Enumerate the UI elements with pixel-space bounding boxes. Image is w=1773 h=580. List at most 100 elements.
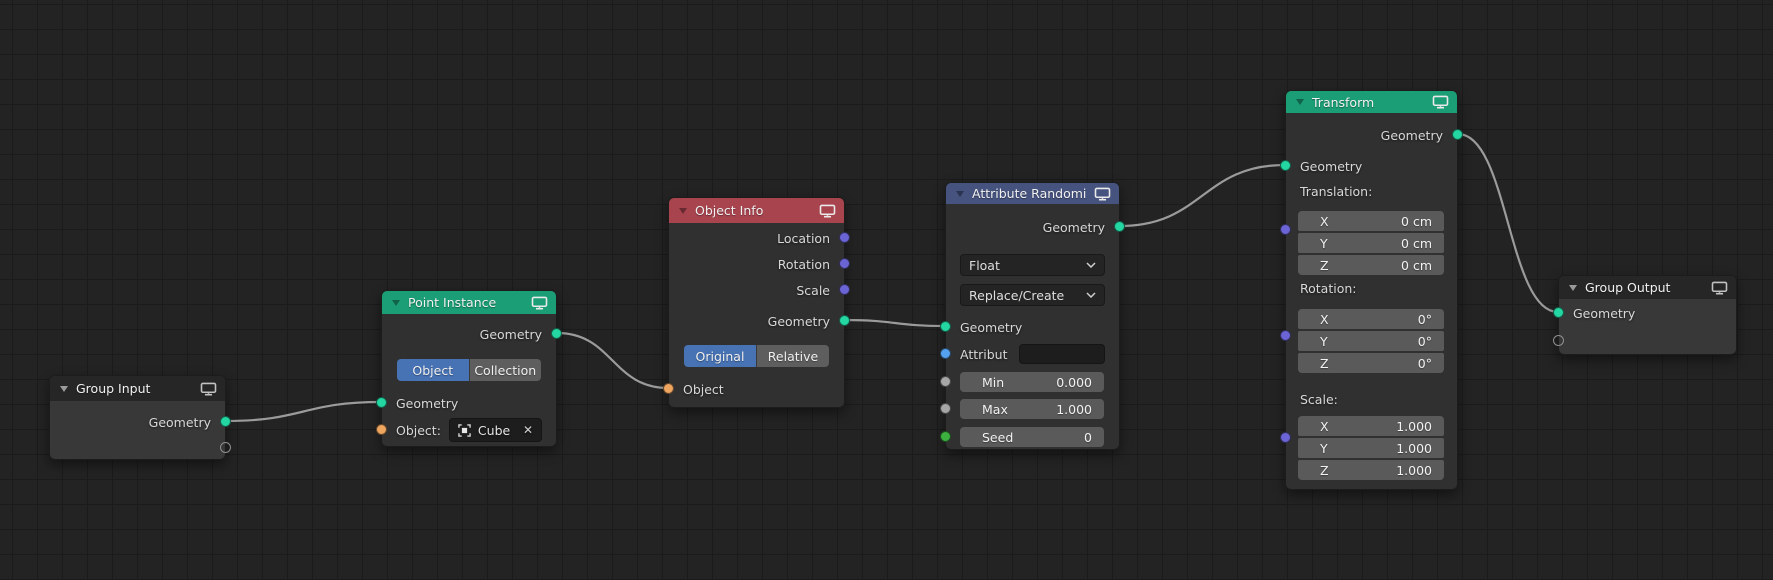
collapse-arrow-icon[interactable] [60, 385, 68, 392]
geometry-input-row: Geometry [960, 317, 1105, 337]
node-header[interactable]: Group Input [50, 376, 225, 401]
scale-y-slider[interactable]: Y 1.000 [1298, 438, 1444, 458]
rotation-output-row: Rotation [683, 254, 830, 274]
axis-label: Z [1320, 257, 1329, 273]
node-point-instance[interactable]: Point Instance Geometry Object Collectio… [376, 290, 562, 447]
geometry-output-socket[interactable] [220, 416, 231, 427]
min-input-socket[interactable] [940, 376, 951, 387]
axis-value: 0° [1417, 311, 1432, 327]
node-object-info[interactable]: Object Info Location Rotation Scale Geom… [663, 197, 850, 408]
object-toggle-button[interactable]: Object [397, 359, 469, 381]
translation-input-socket[interactable] [1280, 224, 1291, 235]
geometry-output-socket[interactable] [551, 328, 562, 339]
axis-label: Y [1320, 440, 1328, 456]
collapse-arrow-icon[interactable] [956, 190, 964, 197]
monitor-icon[interactable] [200, 382, 217, 396]
translation-y-slider[interactable]: Y 0 cm [1298, 233, 1444, 253]
relative-toggle-button[interactable]: Relative [756, 345, 829, 367]
min-value-slider[interactable]: Min 0.000 [960, 372, 1104, 392]
axis-label: Y [1320, 333, 1328, 349]
collapse-arrow-icon[interactable] [392, 299, 400, 306]
rotation-input-socket[interactable] [1280, 330, 1291, 341]
socket-label: Geometry [1573, 305, 1636, 321]
socket-label: Rotation [777, 256, 830, 272]
chevron-down-icon [1086, 262, 1096, 268]
scale-output-socket[interactable] [839, 284, 850, 295]
geometry-input-socket[interactable] [1553, 307, 1564, 318]
node-header[interactable]: Transform [1286, 91, 1457, 113]
rotation-y-slider[interactable]: Y 0° [1298, 331, 1444, 351]
monitor-icon[interactable] [819, 204, 836, 218]
slider-label: Seed [982, 429, 1014, 445]
virtual-input-socket[interactable] [1553, 335, 1564, 346]
max-value-slider[interactable]: Max 1.000 [960, 399, 1104, 419]
collection-toggle-button[interactable]: Collection [468, 359, 541, 381]
axis-label: Y [1320, 235, 1328, 251]
collapse-arrow-icon[interactable] [1569, 284, 1577, 291]
object-input-socket[interactable] [663, 383, 674, 394]
translation-x-slider[interactable]: X 0 cm [1298, 211, 1444, 231]
virtual-output-socket[interactable] [220, 442, 231, 453]
monitor-icon[interactable] [531, 296, 548, 310]
object-input-socket[interactable] [376, 424, 387, 435]
mode-dropdown[interactable]: Replace/Create [960, 284, 1105, 306]
rotation-x-slider[interactable]: X 0° [1298, 309, 1444, 329]
slider-value: 1.000 [1056, 401, 1092, 417]
monitor-icon[interactable] [1432, 95, 1449, 109]
instance-type-toggle: Object Collection [397, 359, 541, 381]
socket-label: Geometry [1300, 158, 1363, 174]
collapse-arrow-icon[interactable] [679, 207, 687, 214]
seed-value-slider[interactable]: Seed 0 [960, 427, 1104, 447]
scale-z-slider[interactable]: Z 1.000 [1298, 460, 1444, 480]
node-attribute-randomize[interactable]: Attribute Randomi.. Geometry Float Repla… [940, 182, 1125, 450]
node-transform[interactable]: Transform Geometry Geometry Translation:… [1280, 90, 1463, 490]
node-header[interactable]: Object Info [669, 198, 844, 223]
section-label-rotation: Rotation: [1300, 280, 1357, 296]
scale-x-slider[interactable]: X 1.000 [1298, 416, 1444, 436]
node-links-layer [225, 132, 1559, 423]
collapse-arrow-icon[interactable] [1296, 99, 1304, 105]
object-name: Cube [477, 422, 511, 438]
node-title: Object Info [695, 203, 764, 218]
node-group-input[interactable]: Group Input Geometry [49, 375, 231, 460]
node-header[interactable]: Group Output [1559, 276, 1736, 299]
socket-label: Geometry [960, 319, 1023, 335]
axis-value: 0° [1417, 333, 1432, 349]
original-toggle-button[interactable]: Original [684, 345, 756, 367]
attribute-input-row: Attribut [960, 344, 1105, 364]
data-type-dropdown[interactable]: Float [960, 254, 1105, 276]
node-group-output[interactable]: Group Output Geometry [1553, 275, 1737, 355]
node-header[interactable]: Attribute Randomi.. [946, 183, 1119, 204]
axis-label: X [1320, 418, 1329, 434]
object-input-row: Object: Cube ✕ [396, 418, 542, 442]
node-editor-canvas[interactable]: Group Input Geometry Point Instance Geom… [0, 0, 1773, 580]
max-input-socket[interactable] [940, 403, 951, 414]
slider-label: Min [982, 374, 1005, 390]
attribute-input-socket[interactable] [940, 348, 951, 359]
socket-label: Scale [796, 282, 830, 298]
geometry-output-socket[interactable] [1114, 221, 1125, 232]
geometry-output-socket[interactable] [1452, 129, 1463, 140]
scale-input-socket[interactable] [1280, 432, 1291, 443]
node-header[interactable]: Point Instance [382, 291, 556, 314]
geometry-output-socket[interactable] [839, 315, 850, 326]
slider-value: 0.000 [1056, 374, 1092, 390]
geometry-input-socket[interactable] [1280, 160, 1291, 171]
geometry-input-socket[interactable] [940, 321, 951, 332]
rotation-output-socket[interactable] [839, 258, 850, 269]
monitor-icon[interactable] [1094, 187, 1111, 201]
socket-label: Attribut [960, 346, 1008, 362]
seed-input-socket[interactable] [940, 431, 951, 442]
axis-value: 0 cm [1401, 235, 1432, 251]
socket-label: Location [777, 230, 830, 246]
clear-object-button[interactable]: ✕ [523, 424, 533, 436]
attribute-name-field[interactable] [1019, 344, 1105, 364]
object-picker-field[interactable]: Cube ✕ [448, 418, 542, 442]
node-title: Point Instance [408, 295, 497, 310]
monitor-icon[interactable] [1711, 281, 1728, 295]
translation-z-slider[interactable]: Z 0 cm [1298, 255, 1444, 275]
geometry-input-socket[interactable] [376, 397, 387, 408]
socket-label: Object: [396, 422, 441, 438]
rotation-z-slider[interactable]: Z 0° [1298, 353, 1444, 373]
location-output-socket[interactable] [839, 232, 850, 243]
